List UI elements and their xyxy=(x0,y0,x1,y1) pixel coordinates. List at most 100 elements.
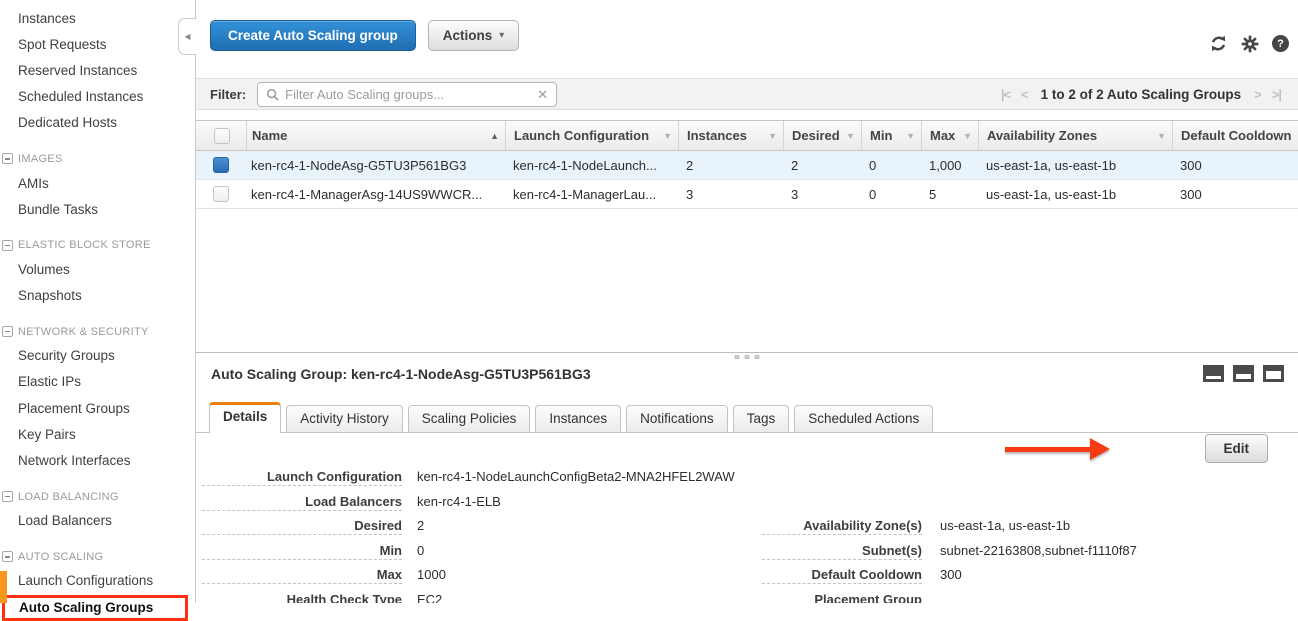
cell-default-cooldown: 300 xyxy=(1172,187,1298,202)
sidebar-item-bundle-tasks[interactable]: Bundle Tasks xyxy=(0,196,195,222)
sort-caret-icon: ▼ xyxy=(663,131,672,141)
collapse-section-icon[interactable] xyxy=(2,491,13,502)
pagination-last-button[interactable]: >| xyxy=(1272,87,1281,102)
column-header-default-cooldown[interactable]: Default Cooldown xyxy=(1172,121,1298,150)
sidebar-item-amis[interactable]: AMIs xyxy=(0,170,195,196)
field-desired: Desired 2 xyxy=(202,518,756,532)
sidebar-item-scheduled-instances[interactable]: Scheduled Instances xyxy=(0,84,195,110)
panel-size-medium-icon[interactable] xyxy=(1233,365,1254,382)
tab-details[interactable]: Details xyxy=(209,402,281,433)
field-label: Min xyxy=(202,543,402,560)
field-label: Launch Configuration xyxy=(202,469,402,486)
sidebar-item-key-pairs[interactable]: Key Pairs xyxy=(0,421,195,447)
header-icon-group: ? xyxy=(1209,34,1289,53)
panel-resize-handle[interactable] xyxy=(735,355,760,359)
sidebar-item-dedicated-hosts[interactable]: Dedicated Hosts xyxy=(0,110,195,136)
sidebar-item-instances[interactable]: Instances xyxy=(0,5,195,31)
field-label: Availability Zone(s) xyxy=(762,518,922,535)
filter-bar: Filter: ✕ |< < 1 to 2 of 2 Auto Scaling … xyxy=(196,78,1298,110)
details-tabs: Details Activity History Scaling Policie… xyxy=(196,403,1298,433)
column-header-max[interactable]: Max ▼ xyxy=(921,121,978,150)
sort-caret-icon: ▼ xyxy=(963,131,972,141)
tab-activity-history[interactable]: Activity History xyxy=(286,405,403,432)
collapse-sidebar-button[interactable]: ◀ xyxy=(178,18,196,55)
pagination-next-button[interactable]: > xyxy=(1254,87,1261,102)
sidebar-item-placement-groups[interactable]: Placement Groups xyxy=(0,395,195,421)
cell-name: ken-rc4-1-NodeAsg-G5TU3P561BG3 xyxy=(246,158,505,173)
refresh-icon[interactable] xyxy=(1209,34,1228,53)
cell-default-cooldown: 300 xyxy=(1172,158,1298,173)
sidebar-section-load-balancing: LOAD BALANCING xyxy=(0,486,195,508)
sidebar-item-elastic-ips[interactable]: Elastic IPs xyxy=(0,369,195,395)
sidebar-section-label: NETWORK & SECURITY xyxy=(18,326,149,338)
clear-filter-icon[interactable]: ✕ xyxy=(537,88,548,101)
pagination-prev-button[interactable]: < xyxy=(1021,87,1028,102)
panel-layout-controls xyxy=(1203,365,1284,382)
column-label: Default Cooldown xyxy=(1181,128,1292,143)
tab-notifications[interactable]: Notifications xyxy=(626,405,728,432)
sidebar-item-volumes[interactable]: Volumes xyxy=(0,256,195,282)
edit-button[interactable]: Edit xyxy=(1205,434,1269,463)
field-launch-configuration: Launch Configuration ken-rc4-1-NodeLaunc… xyxy=(202,469,756,483)
filter-search-box[interactable]: ✕ xyxy=(257,82,557,107)
actions-button-label: Actions xyxy=(443,28,493,43)
sort-asc-icon: ▲ xyxy=(490,131,499,141)
column-header-instances[interactable]: Instances ▼ xyxy=(678,121,783,150)
cell-instances: 2 xyxy=(678,158,783,173)
column-header-launch-configuration[interactable]: Launch Configuration ▼ xyxy=(505,121,678,150)
field-label: Load Balancers xyxy=(202,494,402,511)
panel-size-small-icon[interactable] xyxy=(1203,365,1224,382)
table-row[interactable]: ken-rc4-1-NodeAsg-G5TU3P561BG3 ken-rc4-1… xyxy=(196,151,1298,180)
field-label: Health Check Type xyxy=(202,592,402,603)
select-all-checkbox[interactable] xyxy=(214,128,230,144)
field-value: ken-rc4-1-NodeLaunchConfigBeta2-MNA2HFEL… xyxy=(417,469,735,484)
field-default-cooldown: Default Cooldown 300 xyxy=(762,567,1292,581)
sidebar-item-snapshots[interactable]: Snapshots xyxy=(0,283,195,309)
tab-tags[interactable]: Tags xyxy=(733,405,790,432)
annotation-arrow xyxy=(1005,438,1110,461)
sidebar-section-label: LOAD BALANCING xyxy=(18,491,119,503)
cell-max: 5 xyxy=(921,187,978,202)
pagination-first-button[interactable]: |< xyxy=(1001,87,1010,102)
column-label: Name xyxy=(252,128,287,143)
collapse-section-icon[interactable] xyxy=(2,326,13,337)
sidebar-item-reserved-instances[interactable]: Reserved Instances xyxy=(0,57,195,83)
sidebar-item-network-interfaces[interactable]: Network Interfaces xyxy=(0,447,195,473)
column-header-name[interactable]: Name ▲ xyxy=(246,121,505,150)
sidebar-item-launch-configurations[interactable]: Launch Configurations xyxy=(0,568,195,594)
field-label: Subnet(s) xyxy=(762,543,922,560)
cell-availability-zones: us-east-1a, us-east-1b xyxy=(978,158,1172,173)
collapse-section-icon[interactable] xyxy=(2,240,13,251)
row-checkbox[interactable] xyxy=(213,157,229,173)
column-header-availability-zones[interactable]: Availability Zones ▼ xyxy=(978,121,1172,150)
help-icon[interactable]: ? xyxy=(1272,35,1289,52)
column-header-min[interactable]: Min ▼ xyxy=(861,121,921,150)
cell-launch-configuration: ken-rc4-1-ManagerLau... xyxy=(505,187,678,202)
sidebar-item-spot-requests[interactable]: Spot Requests xyxy=(0,31,195,57)
create-auto-scaling-group-button[interactable]: Create Auto Scaling group xyxy=(210,20,416,51)
collapse-section-icon[interactable] xyxy=(2,153,13,164)
field-max: Max 1000 xyxy=(202,567,756,581)
panel-size-large-icon[interactable] xyxy=(1263,365,1284,382)
tab-instances[interactable]: Instances xyxy=(535,405,621,432)
field-value: 2 xyxy=(417,518,424,533)
sidebar-section-label: IMAGES xyxy=(18,153,63,165)
sidebar-item-auto-scaling-groups[interactable]: Auto Scaling Groups xyxy=(2,595,188,621)
actions-button[interactable]: Actions ▾ xyxy=(428,20,520,51)
tab-scaling-policies[interactable]: Scaling Policies xyxy=(408,405,531,432)
sidebar-item-security-groups[interactable]: Security Groups xyxy=(0,343,195,369)
settings-gear-icon[interactable] xyxy=(1241,35,1259,53)
tab-scheduled-actions[interactable]: Scheduled Actions xyxy=(794,405,933,432)
field-label: Default Cooldown xyxy=(762,567,922,584)
table-row[interactable]: ken-rc4-1-ManagerAsg-14US9WWCR... ken-rc… xyxy=(196,180,1298,209)
collapse-section-icon[interactable] xyxy=(2,551,13,562)
column-header-desired[interactable]: Desired ▼ xyxy=(783,121,861,150)
sidebar-section-auto-scaling: AUTO SCALING xyxy=(0,546,195,568)
column-label: Min xyxy=(870,128,892,143)
main-content: Create Auto Scaling group Actions ▾ xyxy=(196,0,1298,603)
row-checkbox[interactable] xyxy=(213,186,229,202)
filter-search-input[interactable] xyxy=(285,87,531,102)
field-value: subnet-22163808,subnet-f1110f87 xyxy=(940,543,1137,558)
sidebar-item-load-balancers[interactable]: Load Balancers xyxy=(0,508,195,534)
cell-min: 0 xyxy=(861,158,921,173)
